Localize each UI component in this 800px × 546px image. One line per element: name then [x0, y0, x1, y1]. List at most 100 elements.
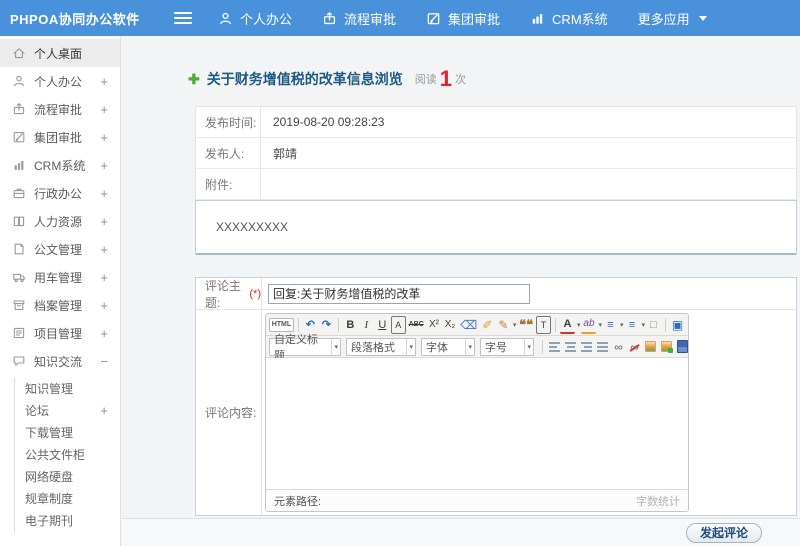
expand-toggle[interactable]: +: [100, 270, 108, 285]
nav-item-crm[interactable]: CRM系统: [530, 9, 608, 28]
nav-item-more-apps[interactable]: 更多应用: [638, 9, 707, 28]
new-document-icon[interactable]: □: [646, 316, 661, 334]
nav-item-process-approval[interactable]: 流程审批: [322, 9, 396, 28]
chevron-down-icon[interactable]: ▾: [641, 321, 645, 329]
eraser-icon[interactable]: ⌫: [458, 316, 478, 334]
sidebar-item-process-approval[interactable]: 流程审批 +: [0, 95, 120, 123]
sidebar-item-knowledge-exchange[interactable]: 知识交流 −: [0, 347, 120, 375]
bold-button[interactable]: B: [343, 316, 358, 334]
sidebar-item-admin-office[interactable]: 行政办公 +: [0, 179, 120, 207]
submenu-label: 下载管理: [25, 426, 74, 440]
sidebar-item-group-approval[interactable]: 集团审批 +: [0, 123, 120, 151]
paragraph-format-select[interactable]: 段落格式 ▾: [346, 337, 416, 356]
ordered-list-icon[interactable]: ≡: [603, 316, 618, 334]
sidebar-item-crm[interactable]: CRM系统 +: [0, 151, 120, 179]
custom-heading-select[interactable]: 自定义标题 ▾: [269, 334, 341, 362]
submenu-label: 论坛: [25, 404, 50, 418]
sidebar-item-label: 个人桌面: [34, 46, 83, 61]
chevron-down-icon[interactable]: ▾: [620, 321, 624, 329]
font-size-select[interactable]: 字号 ▾: [480, 337, 534, 356]
chevron-down-icon[interactable]: ▾: [513, 321, 517, 329]
paste-text-icon[interactable]: T: [535, 315, 551, 334]
font-style-button[interactable]: A: [390, 315, 406, 334]
chevron-down-icon: [698, 15, 707, 21]
align-left-icon[interactable]: [547, 338, 562, 356]
blockquote-icon[interactable]: ❝❝: [517, 316, 535, 334]
chevron-down-icon: ▾: [331, 338, 340, 355]
superscript-button[interactable]: X²: [426, 316, 441, 334]
expand-toggle[interactable]: +: [100, 242, 108, 257]
publisher-value: 郭靖: [273, 146, 298, 161]
expand-toggle[interactable]: +: [100, 102, 108, 117]
article-content-text: XXXXXXXXX: [216, 220, 289, 234]
chevron-down-icon[interactable]: ▾: [577, 321, 581, 329]
nav-item-personal-office[interactable]: 个人办公: [218, 9, 292, 28]
submenu-item-forum[interactable]: 论坛 +: [15, 400, 120, 422]
font-family-select[interactable]: 字体 ▾: [421, 337, 475, 356]
fullscreen-icon[interactable]: ▣: [670, 316, 685, 334]
nav-label: 个人办公: [240, 11, 293, 27]
upload-image-icon[interactable]: [659, 338, 674, 356]
chevron-down-icon[interactable]: ▾: [598, 321, 602, 329]
sidebar-item-personal-desktop[interactable]: 个人桌面: [0, 39, 120, 67]
chevron-down-icon: ▾: [465, 338, 474, 355]
nav-label: CRM系统: [552, 11, 608, 27]
strikethrough-button[interactable]: ABC: [407, 316, 426, 334]
sidebar-item-project-mgmt[interactable]: 项目管理 +: [0, 319, 120, 347]
unlink-icon[interactable]: ∞: [627, 338, 642, 356]
editor-body[interactable]: [266, 358, 688, 489]
format-painter-icon[interactable]: ✎: [496, 316, 511, 334]
font-color-button[interactable]: A: [559, 316, 575, 334]
italic-button[interactable]: I: [359, 316, 374, 334]
page-title: 关于财务增值税的改革信息浏览: [206, 71, 403, 87]
submenu-item-network-disk[interactable]: 网络硬盘: [15, 466, 120, 488]
collapse-toggle[interactable]: −: [100, 354, 108, 369]
unordered-list-icon[interactable]: ≡: [624, 316, 639, 334]
expand-toggle[interactable]: +: [100, 400, 108, 422]
insert-media-icon[interactable]: [675, 338, 688, 356]
insert-image-icon[interactable]: [643, 338, 658, 356]
hamburger-menu-icon[interactable]: [174, 11, 192, 25]
read-unit: 次: [454, 74, 466, 86]
select-value: 字号: [485, 341, 507, 354]
clear-format-icon[interactable]: ✐: [480, 316, 495, 334]
app-window: PHPOA协同办公软件 个人办公 流程审批 集团审批 CRM系统 更多应用 个人…: [0, 0, 800, 546]
expand-toggle[interactable]: +: [100, 186, 108, 201]
submenu-item-public-file-cabinet[interactable]: 公共文件柜: [15, 444, 120, 466]
link-icon[interactable]: ∞: [611, 338, 626, 356]
sidebar-item-vehicle-mgmt[interactable]: 用车管理 +: [0, 263, 120, 291]
align-right-icon[interactable]: [579, 338, 594, 356]
article-title-row: ✚ 关于财务增值税的改革信息浏览 阅读 1 次: [188, 68, 800, 90]
sidebar-item-document-mgmt[interactable]: 公文管理 +: [0, 235, 120, 263]
submenu-item-knowledge-mgmt[interactable]: 知识管理: [15, 378, 120, 400]
chat-icon: [13, 356, 25, 366]
sidebar: 个人桌面 个人办公 + 流程审批 + 集团审批 + CRM系统 + 行政办公 +: [0, 36, 121, 546]
submit-comment-button[interactable]: 发起评论: [685, 522, 762, 543]
edit-icon: [427, 12, 440, 24]
sidebar-item-label: 档案管理: [34, 298, 83, 313]
user-icon: [14, 75, 24, 87]
sidebar-item-personal-office[interactable]: 个人办公 +: [0, 67, 120, 95]
submenu-item-rules[interactable]: 规章制度: [15, 488, 120, 510]
table-row: 发布时间: 2019-08-20 09:28:23: [196, 107, 796, 138]
expand-toggle[interactable]: +: [100, 130, 108, 145]
expand-toggle[interactable]: +: [100, 74, 108, 89]
align-center-icon[interactable]: [563, 338, 578, 356]
expand-toggle[interactable]: +: [100, 326, 108, 341]
expand-toggle[interactable]: +: [100, 158, 108, 173]
underline-button[interactable]: U: [375, 316, 390, 334]
toolbar-separator: [665, 317, 666, 332]
edit-icon: [13, 132, 25, 143]
sidebar-item-hr[interactable]: 人力资源 +: [0, 207, 120, 235]
source-code-button[interactable]: HTML: [269, 317, 294, 332]
comment-subject-input[interactable]: [268, 283, 530, 304]
expand-toggle[interactable]: +: [100, 214, 108, 229]
subscript-button[interactable]: X₂: [442, 316, 457, 334]
submenu-item-e-journal[interactable]: 电子期刊: [15, 510, 120, 532]
align-justify-icon[interactable]: [595, 338, 610, 356]
sidebar-item-archive-mgmt[interactable]: 档案管理 +: [0, 291, 120, 319]
highlight-color-button[interactable]: ab: [581, 316, 597, 334]
submenu-item-download-mgmt[interactable]: 下载管理: [15, 422, 120, 444]
nav-item-group-approval[interactable]: 集团审批: [426, 9, 500, 28]
expand-toggle[interactable]: +: [100, 298, 108, 313]
